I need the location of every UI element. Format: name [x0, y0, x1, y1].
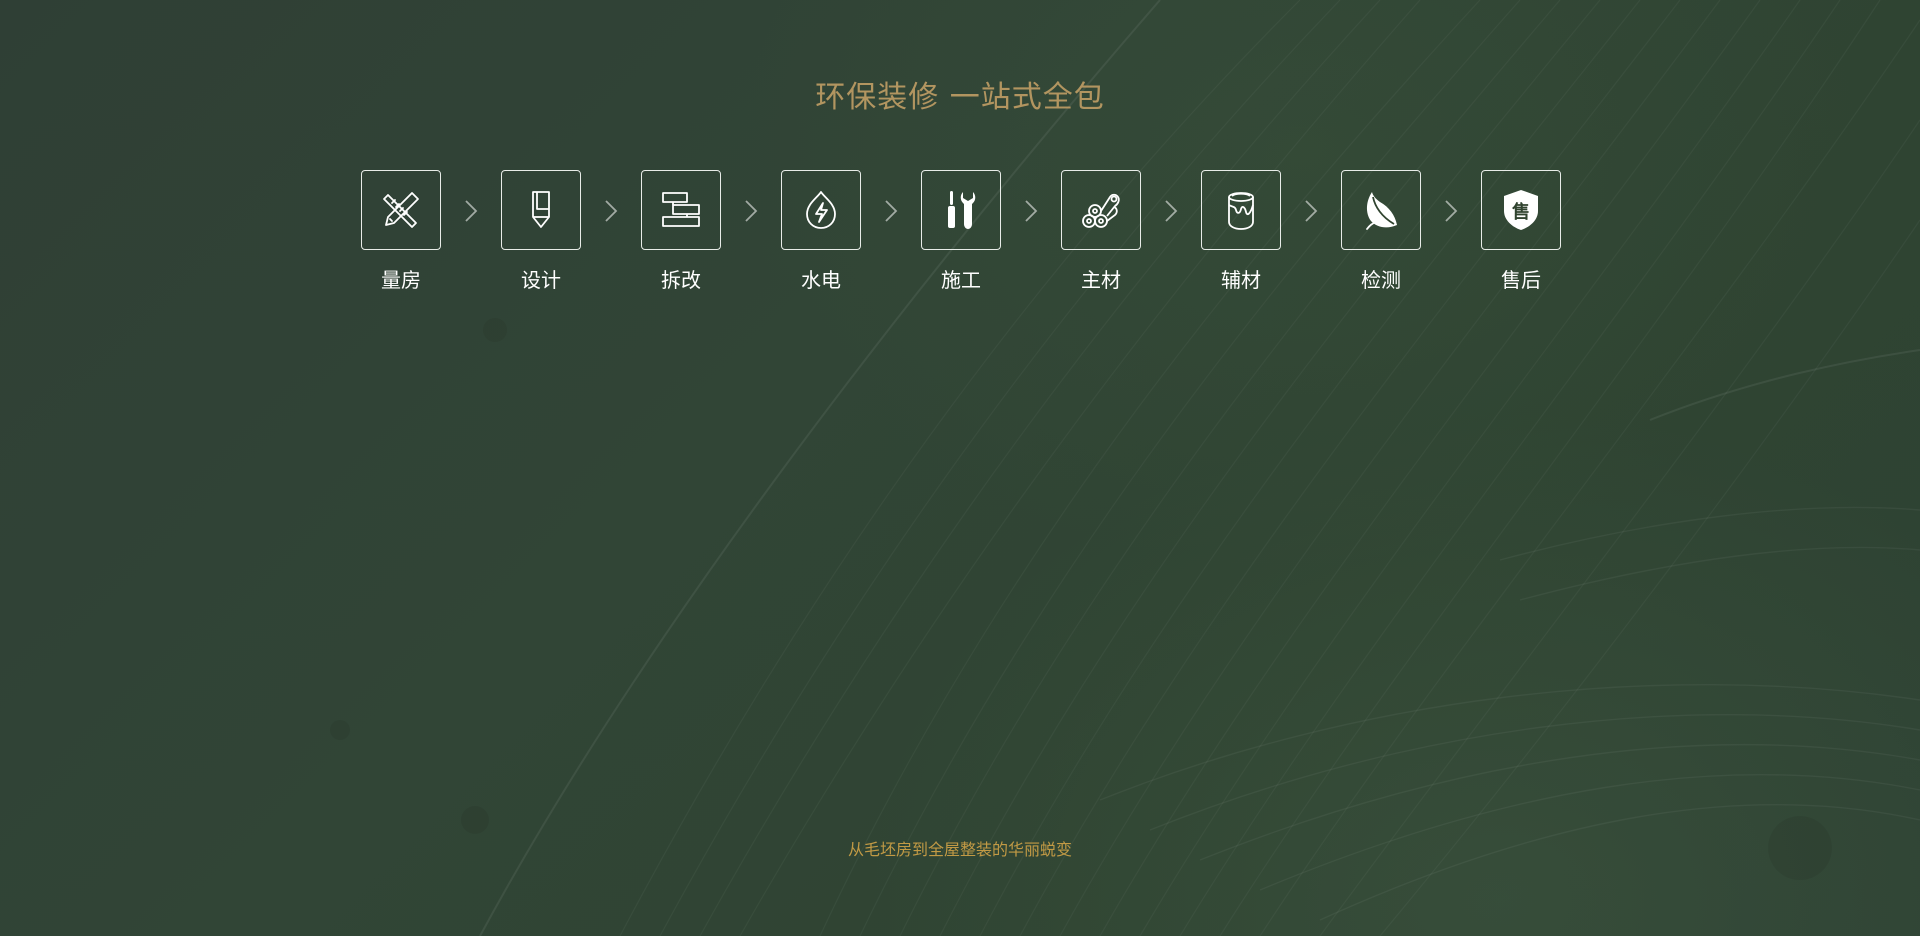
leaf-background-decoration [330, 0, 1920, 936]
page: 环保装修 一站式全包 量房 设计 拆改 水电 施工 主材 辅材 检测 售 售后 … [0, 0, 1920, 936]
step-label: 主材 [1081, 268, 1121, 292]
chevron-right-icon [442, 170, 500, 252]
step-construction[interactable]: 施工 [920, 170, 1002, 293]
chevron-right-icon [1282, 170, 1340, 252]
step-label: 检测 [1361, 268, 1401, 292]
step-icon-box [501, 170, 581, 250]
chevron-right-icon [1422, 170, 1480, 252]
page-headline: 环保装修 一站式全包 [815, 80, 1105, 115]
step-design[interactable]: 设计 [500, 170, 582, 293]
step-auxiliary-materials[interactable]: 辅材 [1200, 170, 1282, 293]
leaf-icon [1366, 192, 1397, 230]
step-icon-box [781, 170, 861, 250]
step-measure[interactable]: 量房 [360, 170, 442, 293]
paint-bucket-icon [1228, 192, 1254, 230]
page-tagline: 从毛坯房到全屋整装的华丽蜕变 [847, 840, 1072, 859]
chevron-right-icon [862, 170, 920, 252]
material-rolls-icon [1082, 193, 1120, 228]
ruler-pencil-icon [383, 192, 419, 228]
pen-nib-icon [532, 191, 550, 228]
chevron-right-icon [582, 170, 640, 252]
shield-badge-icon: 售 [1504, 190, 1538, 230]
step-icon-box [361, 170, 441, 250]
step-icon-box [1341, 170, 1421, 250]
wall-bricks-icon [662, 192, 700, 227]
step-icon-box [921, 170, 1001, 250]
step-after-sales[interactable]: 售 售后 [1480, 170, 1562, 293]
step-demolition[interactable]: 拆改 [640, 170, 722, 293]
step-label: 量房 [381, 268, 421, 292]
step-icon-box [641, 170, 721, 250]
step-label: 设计 [521, 268, 561, 292]
step-inspection[interactable]: 检测 [1340, 170, 1422, 293]
chevron-right-icon [1002, 170, 1060, 252]
process-steps: 量房 设计 拆改 水电 施工 主材 辅材 检测 售 售后 [360, 170, 1562, 293]
step-label: 售后 [1501, 268, 1541, 292]
screwdriver-wrench-icon [948, 191, 976, 229]
step-main-materials[interactable]: 主材 [1060, 170, 1142, 293]
step-icon-box: 售 [1481, 170, 1561, 250]
chevron-right-icon [722, 170, 780, 252]
step-label: 施工 [941, 268, 981, 292]
step-icon-box [1201, 170, 1281, 250]
shield-badge-text: 售 [1512, 201, 1530, 223]
water-electric-icon [806, 191, 836, 229]
step-icon-box [1061, 170, 1141, 250]
step-plumbing-electric[interactable]: 水电 [780, 170, 862, 293]
step-label: 水电 [801, 268, 841, 292]
chevron-right-icon [1142, 170, 1200, 252]
step-label: 辅材 [1221, 268, 1261, 292]
step-label: 拆改 [661, 268, 701, 292]
